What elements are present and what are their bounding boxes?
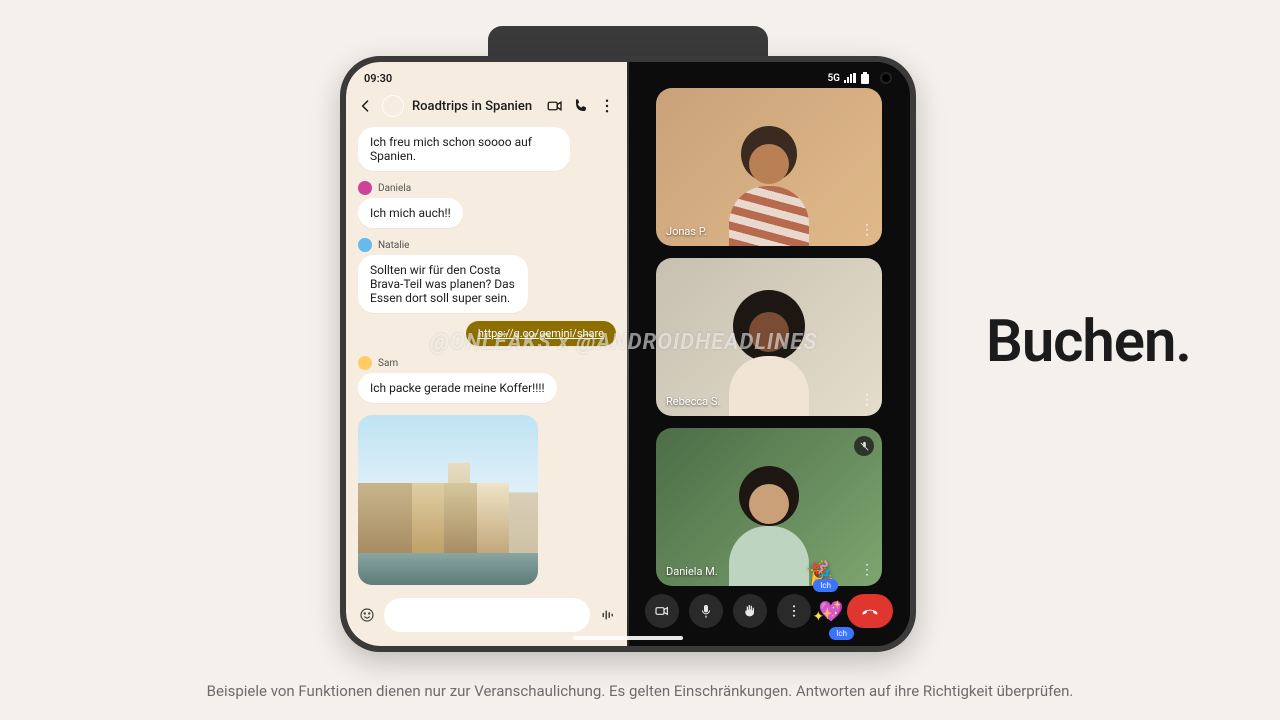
- participant-tile[interactable]: Rebecca S. ⋮: [656, 258, 882, 416]
- signal-icon: [844, 73, 856, 83]
- avatar: [358, 356, 372, 370]
- participant-name: Jonas P.: [666, 225, 707, 238]
- video-call-pane: 5G Jonas P. ⋮ Rebecca S. ⋮: [628, 62, 910, 646]
- emoji-icon[interactable]: [358, 606, 376, 624]
- video-call-icon[interactable]: [546, 97, 564, 115]
- participant-name: Rebecca S.: [666, 395, 720, 408]
- chat-title[interactable]: Roadtrips in Spanien: [412, 99, 538, 114]
- message-bubble[interactable]: Ich mich auch!!: [358, 198, 463, 228]
- messages-list[interactable]: Ich freu mich schon soooo auf Spanien. D…: [346, 127, 628, 590]
- voice-call-icon[interactable]: [572, 97, 590, 115]
- tile-more-icon[interactable]: ⋮: [860, 562, 874, 578]
- tile-more-icon[interactable]: ⋮: [860, 222, 874, 238]
- foldable-device: 09:30 Roadtrips in Spanien I: [340, 56, 916, 652]
- sender-row: Daniela: [358, 181, 616, 195]
- camera-hole: [880, 72, 892, 84]
- participant-grid: Jonas P. ⋮ Rebecca S. ⋮ Daniela M. ⋮: [628, 88, 910, 586]
- message-bubble[interactable]: Sollten wir für den Costa Brava-Teil was…: [358, 255, 528, 313]
- chat-header: Roadtrips in Spanien: [346, 89, 628, 127]
- self-label-pill: Ich: [829, 627, 854, 640]
- chat-pane: 09:30 Roadtrips in Spanien I: [346, 62, 628, 646]
- toggle-mic-button[interactable]: [689, 594, 723, 628]
- avatar: [358, 181, 372, 195]
- sparkle-icon: ✦: [813, 609, 825, 625]
- sender-name: Sam: [378, 358, 398, 369]
- tile-more-icon[interactable]: ⋮: [860, 392, 874, 408]
- mute-icon[interactable]: [854, 436, 874, 456]
- toggle-camera-button[interactable]: [645, 594, 679, 628]
- heart-reaction[interactable]: 💖 ✦: [819, 599, 844, 623]
- message-bubble[interactable]: Ich packe gerade meine Koffer!!!!: [358, 373, 557, 403]
- message-image[interactable]: [358, 415, 538, 585]
- participant-tile[interactable]: Jonas P. ⋮: [656, 88, 882, 246]
- avatar: [358, 238, 372, 252]
- sender-row: Natalie: [358, 238, 616, 252]
- back-icon[interactable]: [358, 98, 374, 114]
- marketing-headline: Buchen.: [986, 308, 1191, 376]
- network-label: 5G: [827, 73, 840, 84]
- group-avatar[interactable]: [382, 95, 404, 117]
- device-notch: [488, 26, 768, 56]
- message-input[interactable]: [384, 598, 590, 632]
- more-icon[interactable]: [598, 97, 616, 115]
- status-bar-right: 5G: [628, 62, 910, 88]
- hangup-button[interactable]: [847, 594, 893, 628]
- shared-link[interactable]: https://g.co/gemini/share: [466, 321, 616, 346]
- sender-name: Natalie: [378, 240, 409, 251]
- sender-row: Sam: [358, 356, 616, 370]
- home-indicator[interactable]: [573, 636, 683, 640]
- sender-name: Daniela: [378, 183, 411, 194]
- status-bar-time: 09:30: [346, 62, 628, 89]
- raise-hand-button[interactable]: [733, 594, 767, 628]
- message-bubble[interactable]: Ich freu mich schon soooo auf Spanien.: [358, 127, 570, 171]
- participant-name: Daniela M.: [666, 565, 718, 578]
- participant-tile[interactable]: Daniela M. ⋮: [656, 428, 882, 586]
- call-more-button[interactable]: [777, 594, 811, 628]
- voice-input-icon[interactable]: [598, 606, 616, 624]
- battery-icon: [860, 72, 870, 84]
- disclaimer-text: Beispiele von Funktionen dienen nur zur …: [120, 682, 1160, 700]
